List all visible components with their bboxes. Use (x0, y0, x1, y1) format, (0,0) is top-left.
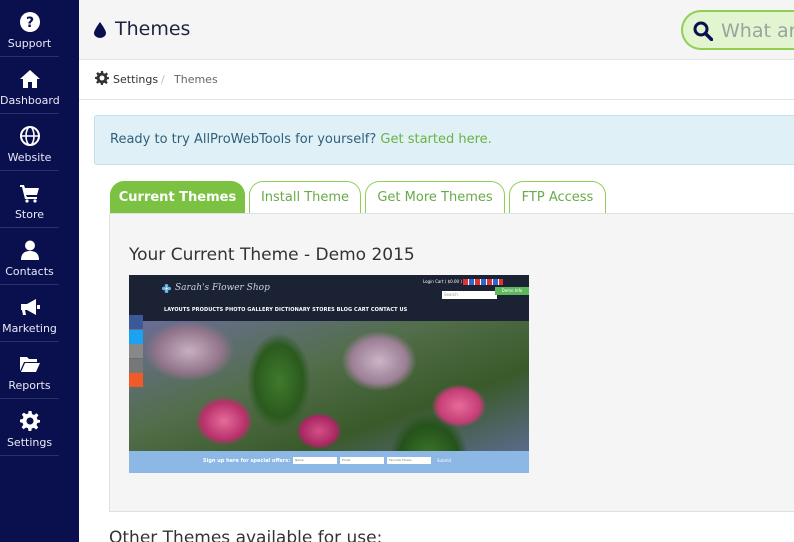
sidebar-item-label: Reports (8, 379, 51, 392)
tab-ftp-access[interactable]: FTP Access (509, 181, 606, 213)
preview-logo: Sarah's Flower Shop (175, 283, 270, 293)
sidebar-item-website[interactable]: Website (0, 114, 59, 171)
get-started-link[interactable]: Get started here. (380, 132, 491, 147)
search-box[interactable] (681, 10, 794, 50)
sidebar-item-label: Website (7, 151, 52, 164)
info-alert: Ready to try AllProWebTools for yourself… (94, 115, 794, 165)
bullhorn-icon (21, 299, 40, 315)
sidebar-item-reports[interactable]: Reports (0, 342, 59, 399)
home-icon (20, 70, 40, 88)
search-input[interactable] (721, 18, 794, 44)
svg-text:?: ? (26, 15, 34, 31)
alert-text: Ready to try AllProWebTools for yourself… (110, 132, 381, 147)
user-icon (21, 240, 39, 260)
folder-open-icon (20, 357, 40, 372)
drop-icon (94, 22, 106, 38)
preview-share-bar (129, 315, 143, 387)
sidebar-item-settings[interactable]: Settings (0, 399, 59, 456)
gear-icon (20, 411, 40, 431)
breadcrumb-separator: / (161, 73, 165, 86)
tab-install-theme[interactable]: Install Theme (249, 181, 361, 213)
facebook-icon (129, 315, 143, 329)
question-circle-icon: ? (20, 12, 40, 32)
sidebar: ? Support Dashboard Website Store Contac… (0, 0, 79, 542)
current-theme-panel: Your Current Theme - Demo 2015 Sarah's F… (109, 213, 794, 512)
other-themes-heading: Other Themes available for use: (109, 528, 383, 542)
sidebar-item-contacts[interactable]: Contacts (0, 228, 59, 285)
twitter-icon (129, 329, 143, 344)
preview-signup-text: Sign up here for special offers: (203, 458, 291, 464)
preview-submit: Submit (437, 458, 452, 463)
breadcrumb: Settings / Themes (79, 60, 794, 100)
theme-preview-image[interactable]: Sarah's Flower Shop LAYOUTS PRODUCTS PHO… (129, 275, 529, 473)
preview-social-icons (463, 279, 503, 285)
sidebar-item-store[interactable]: Store (0, 171, 59, 228)
top-header: Themes (79, 0, 794, 60)
preview-flower-field: Favorite Flower (387, 457, 431, 464)
sidebar-item-label: Settings (6, 436, 53, 449)
current-theme-heading: Your Current Theme - Demo 2015 (129, 245, 415, 265)
sidebar-item-dashboard[interactable]: Dashboard (0, 57, 60, 114)
sidebar-item-label: Marketing (2, 322, 57, 335)
cart-icon (20, 185, 39, 203)
gear-icon (95, 71, 109, 85)
preview-nav: LAYOUTS PRODUCTS PHOTO GALLERY DICTIONAR… (164, 307, 408, 313)
globe-icon (20, 126, 40, 146)
breadcrumb-settings-link[interactable]: Settings (113, 73, 158, 86)
plus-icon (129, 373, 143, 387)
sidebar-item-support[interactable]: ? Support (0, 0, 59, 57)
page-title: Themes (115, 18, 191, 40)
breadcrumb-current: Themes (174, 73, 218, 86)
preview-demo-badge: Demo Info (495, 287, 529, 295)
preview-rose-photo (129, 321, 529, 451)
print-icon (129, 344, 143, 358)
preview-login: Login Cart ( $0.00 ) (423, 279, 462, 284)
tab-current-themes[interactable]: Current Themes (110, 181, 245, 213)
sidebar-item-marketing[interactable]: Marketing (0, 285, 59, 342)
preview-email-field: Email (340, 457, 384, 464)
preview-name-field: Name (293, 457, 337, 464)
sidebar-item-label: Dashboard (0, 94, 60, 107)
search-icon (693, 21, 713, 41)
tab-get-more-themes[interactable]: Get More Themes (365, 181, 505, 213)
sidebar-item-label: Contacts (5, 265, 54, 278)
sidebar-item-label: Store (14, 208, 45, 221)
preview-signup-bar: Sign up here for special offers: Name Em… (129, 451, 529, 473)
sidebar-item-label: Support (7, 37, 52, 50)
email-icon (129, 358, 143, 373)
preview-search: Search (442, 291, 497, 299)
